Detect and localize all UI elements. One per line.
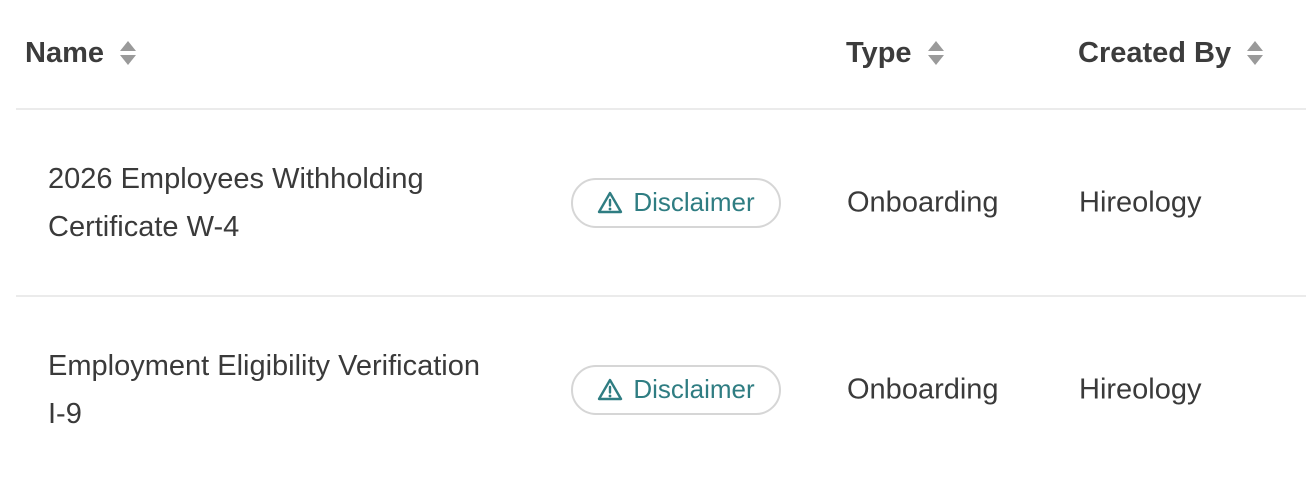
column-header-label: Type: [846, 36, 912, 69]
document-name[interactable]: Employment Eligibility Verification I-9: [48, 342, 488, 438]
column-header-created-by[interactable]: Created By: [1078, 33, 1265, 73]
sort-icon[interactable]: [926, 39, 946, 67]
table-row[interactable]: Employment Eligibility Verification I-9 …: [16, 297, 1306, 482]
disclaimer-label: Disclaimer: [633, 374, 755, 404]
sort-icon[interactable]: [1245, 39, 1265, 67]
table-row[interactable]: 2026 Employees Withholding Certificate W…: [16, 110, 1306, 297]
column-header-type[interactable]: Type: [846, 33, 946, 73]
disclaimer-label: Disclaimer: [633, 187, 755, 217]
document-type: Onboarding: [847, 373, 999, 405]
sort-icon[interactable]: [118, 39, 138, 67]
disclaimer-badge[interactable]: Disclaimer: [571, 364, 781, 415]
table-header: Name Type Created By: [16, 0, 1306, 110]
documents-table: Name Type Created By 2026 Employees With…: [16, 0, 1306, 482]
warning-icon: [597, 378, 623, 402]
document-created-by: Hireology: [1079, 373, 1202, 405]
disclaimer-badge[interactable]: Disclaimer: [571, 177, 781, 228]
document-created-by: Hireology: [1079, 186, 1202, 218]
column-header-label: Created By: [1078, 36, 1232, 69]
document-type: Onboarding: [847, 186, 999, 218]
column-header-name[interactable]: Name: [25, 33, 138, 73]
document-name[interactable]: 2026 Employees Withholding Certificate W…: [48, 155, 488, 251]
column-header-label: Name: [25, 36, 104, 69]
warning-icon: [597, 191, 623, 215]
